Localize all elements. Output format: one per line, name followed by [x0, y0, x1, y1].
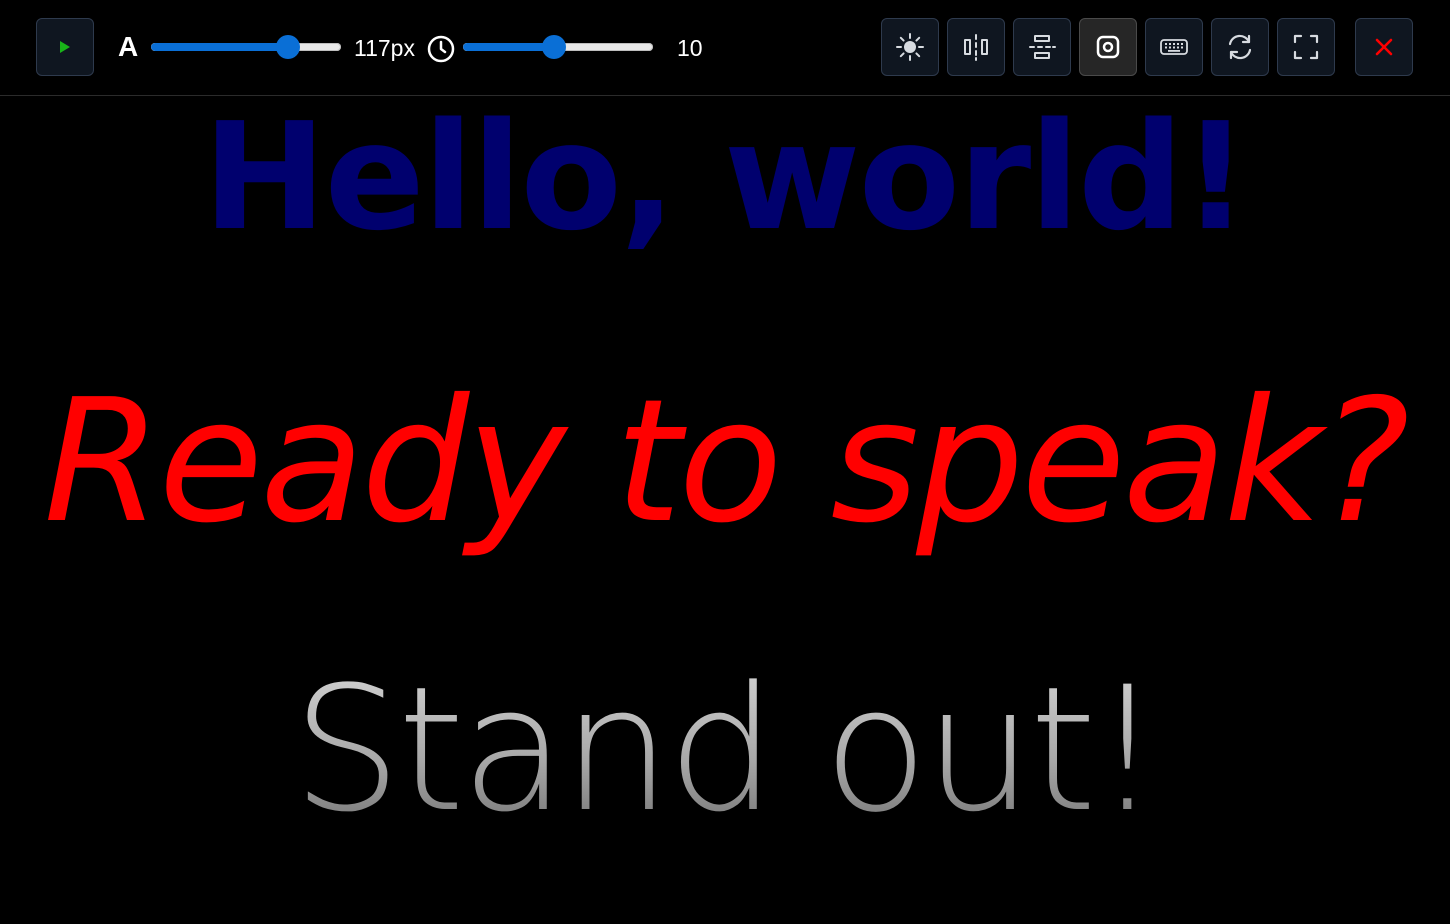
keyboard-icon: [1160, 39, 1188, 55]
clock-icon: [427, 35, 455, 63]
speed-slider-thumb[interactable]: [542, 35, 566, 59]
font-size-value: 117px: [354, 35, 415, 61]
letter-a-icon: A: [118, 31, 139, 62]
reset-button[interactable]: [1211, 18, 1269, 76]
play-icon: [60, 41, 70, 53]
script-line-2: Ready to speak?: [43, 363, 1409, 561]
brightness-button[interactable]: [881, 18, 939, 76]
mirror-vertical-button[interactable]: [1013, 18, 1071, 76]
keyboard-button[interactable]: [1145, 18, 1203, 76]
script-line-3-text: Stand out!: [292, 649, 1162, 850]
speed-slider[interactable]: [463, 35, 653, 59]
font-size-slider-track[interactable]: [151, 43, 341, 51]
play-button[interactable]: [36, 18, 94, 76]
flip-vertical-icon: [1029, 35, 1056, 59]
refresh-icon: [1228, 34, 1252, 60]
speed-slider-fill: [463, 43, 554, 51]
script-line-1: Hello, world!: [202, 91, 1250, 263]
sun-icon: [896, 33, 924, 61]
close-icon: [1375, 38, 1393, 56]
speed-value: 10: [677, 35, 703, 61]
teleprompter-toolbar: A 117px 10: [0, 0, 1450, 96]
flip-horizontal-icon: [964, 34, 988, 61]
script-line-3: Stand out!: [0, 650, 1450, 850]
font-size-slider[interactable]: [151, 35, 341, 59]
fullscreen-button[interactable]: [1277, 18, 1335, 76]
mirror-horizontal-button[interactable]: [947, 18, 1005, 76]
font-size-slider-thumb[interactable]: [276, 35, 300, 59]
camera-icon: [1096, 35, 1120, 59]
font-size-slider-fill: [151, 43, 288, 51]
camera-button[interactable]: [1079, 18, 1137, 76]
close-button[interactable]: [1355, 18, 1413, 76]
fullscreen-icon: [1293, 34, 1319, 60]
